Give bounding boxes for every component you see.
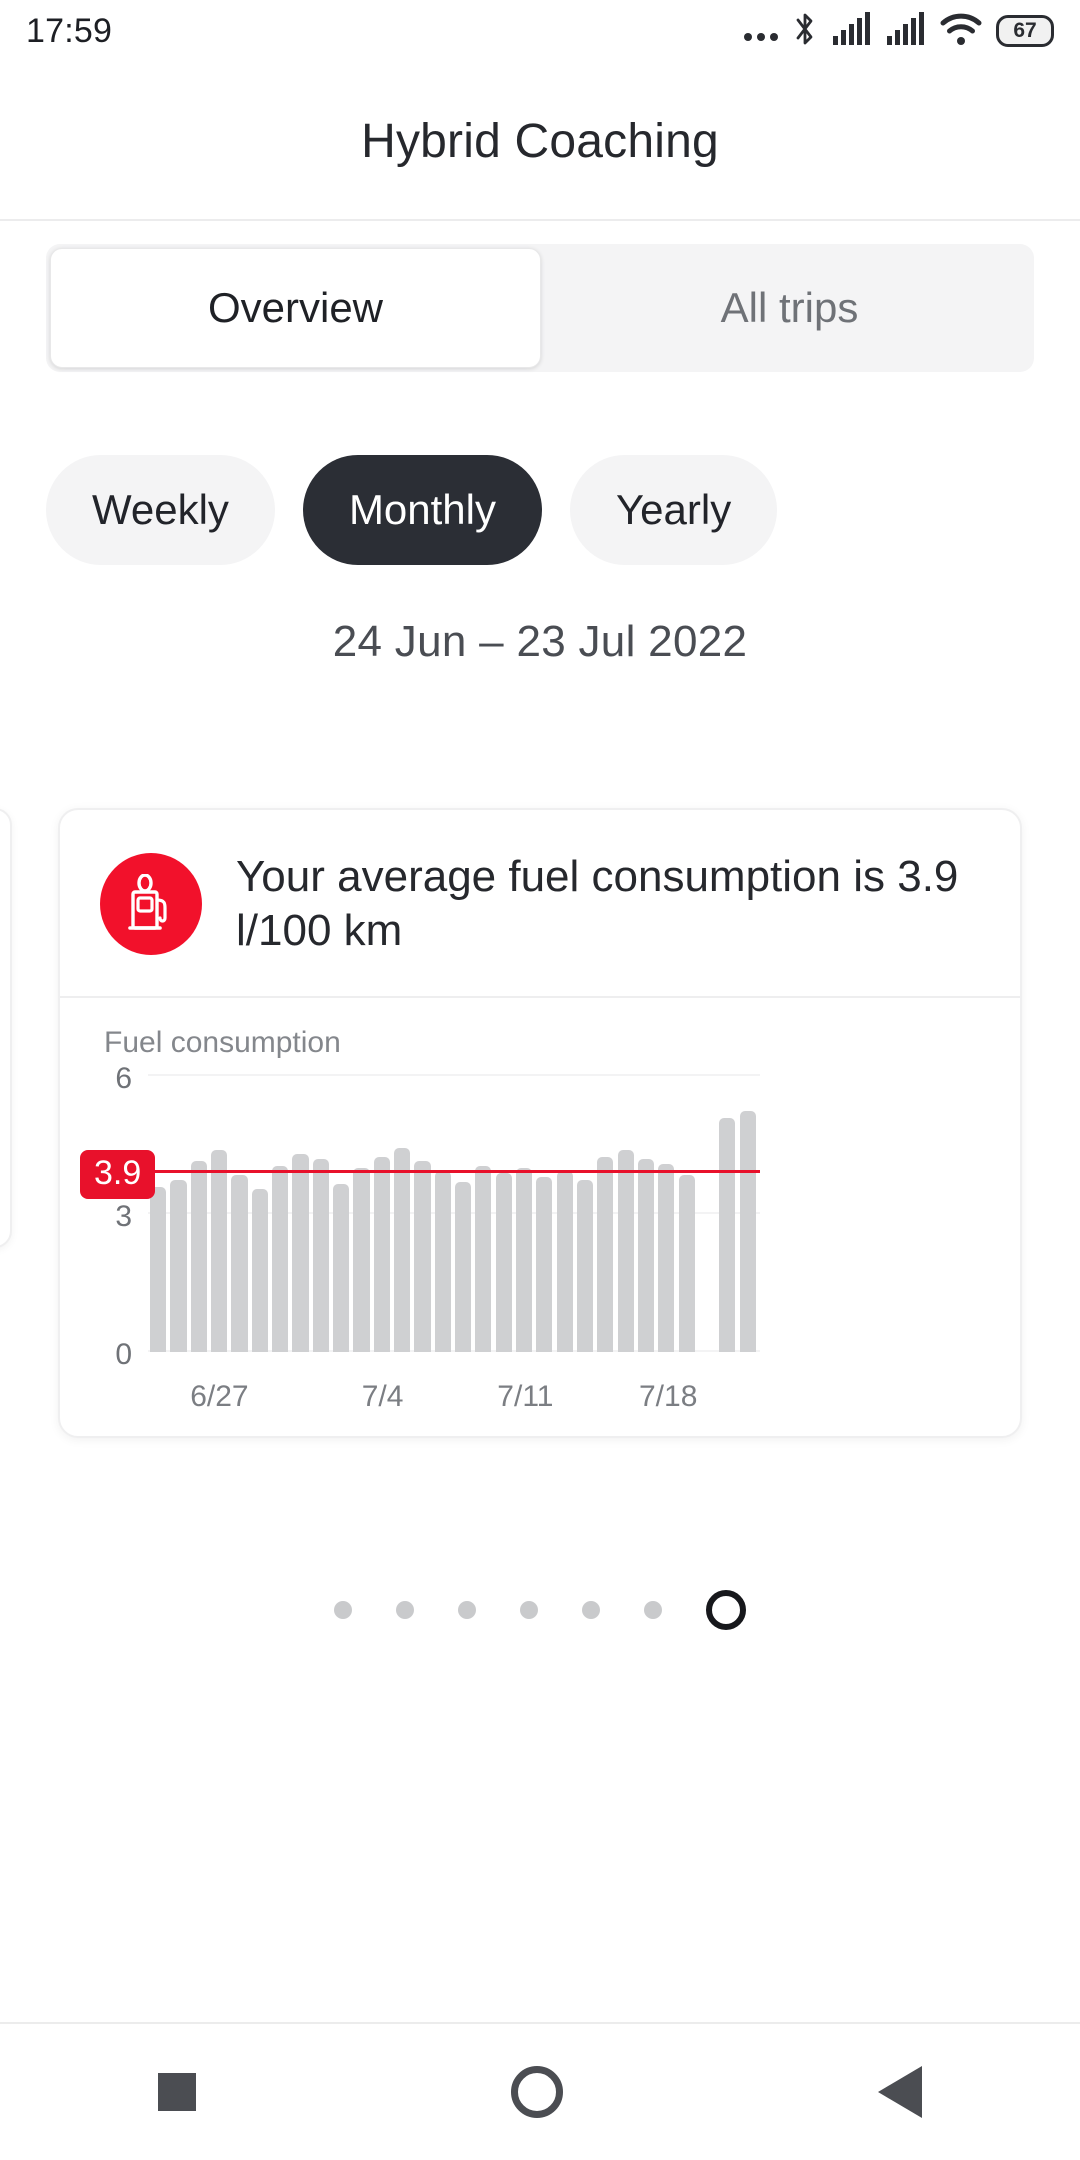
pager-dot[interactable]: [458, 1601, 476, 1619]
chip-yearly[interactable]: Yearly: [570, 455, 778, 565]
bar-group: [148, 1076, 758, 1353]
chart-bar[interactable]: [516, 1168, 533, 1353]
chip-monthly[interactable]: Monthly: [302, 455, 542, 565]
chart-bar[interactable]: [272, 1165, 289, 1353]
pager-dot[interactable]: [644, 1601, 662, 1619]
average-reference-line: [148, 1169, 760, 1173]
status-icons: 67: [744, 11, 1054, 51]
chart-bar[interactable]: [251, 1188, 268, 1353]
android-nav-bar: [0, 2024, 1080, 2160]
x-axis-tick: 7/11: [497, 1380, 554, 1414]
date-range-label: 24 Jun – 23 Jul 2022: [332, 617, 748, 666]
fuel-consumption-card[interactable]: Your average fuel consumption is 3.9 l/1…: [58, 808, 1022, 1438]
chart-bar[interactable]: [536, 1177, 553, 1353]
header-divider: [0, 219, 1080, 221]
pager-dot[interactable]: [520, 1601, 538, 1619]
fuel-consumption-chart[interactable]: Fuel consumption 6 3 0 3.9 6/27 7/4 7/11 7/18: [60, 998, 1020, 1436]
battery-icon: 67: [996, 15, 1054, 47]
average-value-badge: 3.9: [80, 1149, 156, 1199]
y-axis-tick: 3: [115, 1200, 132, 1234]
home-circle-icon[interactable]: [510, 2066, 563, 2118]
chart-bar[interactable]: [373, 1156, 390, 1353]
chart-bar[interactable]: [231, 1175, 248, 1353]
chart-bar[interactable]: [658, 1163, 675, 1353]
bluetooth-icon: [792, 12, 818, 51]
back-triangle-icon[interactable]: [878, 2066, 923, 2118]
card-headline: Your average fuel consumption is 3.9 l/1…: [236, 852, 959, 956]
tab-overview[interactable]: Overview: [50, 248, 541, 368]
chart-bar[interactable]: [211, 1149, 228, 1353]
period-filter: Weekly Monthly Yearly: [46, 455, 778, 565]
chart-bar[interactable]: [678, 1175, 695, 1353]
wifi-icon: [940, 12, 982, 51]
card-header: Your average fuel consumption is 3.9 l/1…: [60, 810, 1020, 996]
status-time: 17:59: [26, 11, 113, 50]
more-dots-icon: [744, 16, 778, 46]
x-axis-tick: 6/27: [190, 1380, 249, 1414]
app-header: Hybrid Coaching: [0, 62, 1080, 220]
chart-bar[interactable]: [434, 1170, 451, 1353]
status-bar: 17:59 67: [0, 0, 1080, 62]
pager-dot[interactable]: [582, 1601, 600, 1619]
page-title: Hybrid Coaching: [361, 114, 719, 168]
y-axis-tick: 0: [115, 1338, 132, 1372]
chart-bar[interactable]: [719, 1117, 736, 1353]
chart-bar[interactable]: [556, 1170, 573, 1353]
chart-bar[interactable]: [312, 1159, 329, 1353]
chart-bar[interactable]: [394, 1147, 411, 1353]
chart-bar[interactable]: [739, 1110, 756, 1353]
pager-dot[interactable]: [396, 1601, 414, 1619]
carousel-peek-card-left[interactable]: [0, 808, 12, 1248]
chart-bar[interactable]: [150, 1186, 167, 1353]
chart-bar[interactable]: [353, 1168, 370, 1353]
chart-plot: 6 3 0 3.9 6/27 7/4 7/11 7/18: [60, 998, 1020, 1436]
signal-sim2-icon: [886, 11, 926, 51]
pager-dot[interactable]: [334, 1601, 352, 1619]
chart-bar[interactable]: [576, 1179, 594, 1353]
chip-weekly[interactable]: Weekly: [46, 455, 275, 565]
chart-bar[interactable]: [170, 1179, 187, 1353]
y-axis-tick: 6: [115, 1062, 132, 1096]
chart-bar[interactable]: [190, 1161, 207, 1353]
chart-bar[interactable]: [475, 1165, 492, 1353]
chart-bar[interactable]: [637, 1159, 655, 1353]
view-tabs: Overview All trips: [46, 244, 1034, 372]
signal-sim1-icon: [832, 11, 872, 51]
chart-bar[interactable]: [292, 1154, 309, 1353]
tab-all-trips[interactable]: All trips: [545, 244, 1034, 372]
chart-bar[interactable]: [455, 1182, 472, 1353]
app-root: 17:59 67 Hybrid Coaching Overview All tr…: [0, 0, 1080, 2160]
chart-bar[interactable]: [617, 1149, 634, 1353]
x-axis-tick: 7/4: [361, 1380, 404, 1414]
chart-bar[interactable]: [597, 1156, 614, 1353]
chart-bar[interactable]: [333, 1184, 350, 1353]
pager-dot-active[interactable]: [706, 1590, 746, 1630]
recents-square-icon[interactable]: [157, 2073, 196, 2111]
fuel-pump-icon: [100, 853, 202, 956]
carousel-pager: [0, 1590, 1080, 1630]
chart-bar[interactable]: [414, 1161, 431, 1353]
chart-bar[interactable]: [495, 1172, 512, 1353]
x-axis-tick: 7/18: [638, 1380, 698, 1414]
